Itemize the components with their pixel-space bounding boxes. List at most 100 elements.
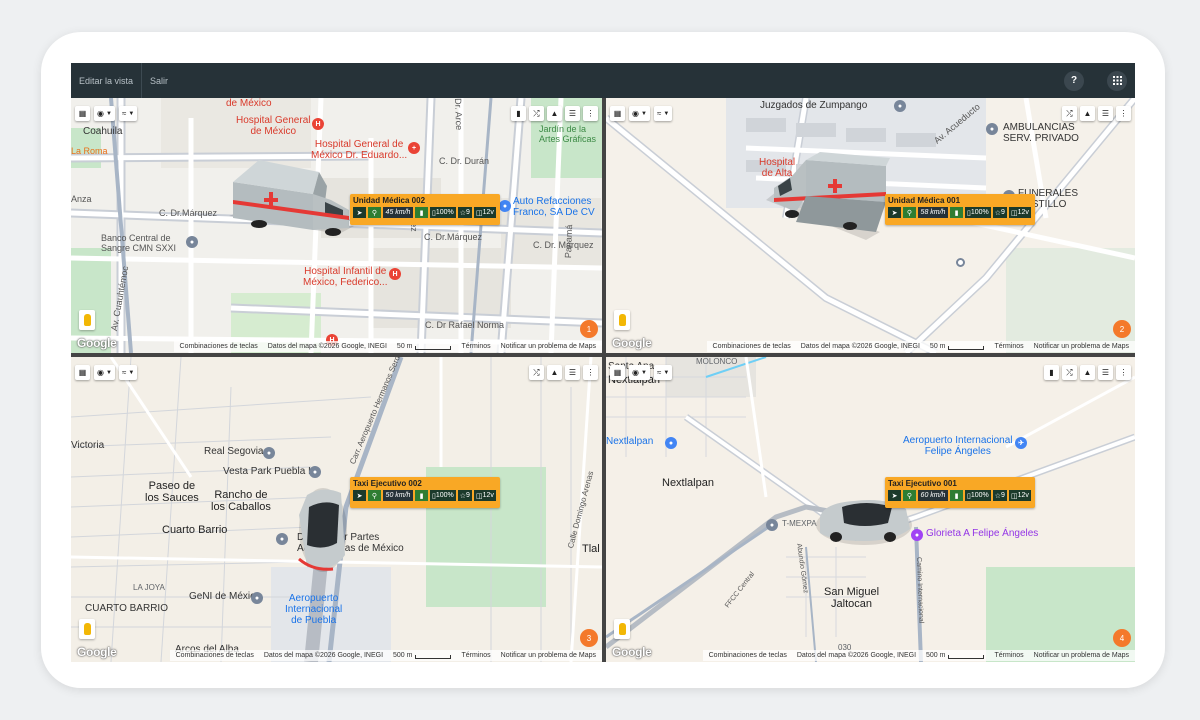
route-dropdown-icon[interactable]: ≈ ▼ <box>653 365 673 380</box>
map-footer: Combinaciones de teclas Datos del mapa ©… <box>706 341 1135 352</box>
route-dropdown-icon[interactable]: ≈ ▼ <box>653 106 673 121</box>
place-pin-icon[interactable]: ● <box>986 123 998 135</box>
shuffle-icon[interactable]: ⤮ <box>529 106 544 121</box>
terms-link[interactable]: Términos <box>461 652 490 659</box>
report-problem-link[interactable]: Notificar un problema de Maps <box>501 652 596 659</box>
keyboard-shortcuts-link[interactable]: Combinaciones de teclas <box>176 652 254 659</box>
pin-dropdown-icon[interactable]: ◉ ▼ <box>94 365 115 380</box>
help-icon[interactable]: ? <box>1064 70 1084 91</box>
scale-value: 500 m <box>926 652 946 659</box>
map-type-icon[interactable]: ▦ <box>75 106 90 121</box>
vehicle-name: Taxi Ejecutivo 002 <box>353 479 422 488</box>
report-problem-link[interactable]: Notificar un problema de Maps <box>1034 652 1129 659</box>
shop-icon[interactable]: ● <box>499 200 511 212</box>
place-pin-icon[interactable]: ● <box>276 533 288 545</box>
shuffle-icon[interactable]: ⤮ <box>529 365 544 380</box>
map-type-icon[interactable]: ▦ <box>75 365 90 380</box>
traffic-light-icon[interactable]: ⋮ <box>583 106 598 121</box>
vehicle-info-box[interactable]: Unidad Médica 002 ➤ ⚲ 45 km/h ▮ ▯ 100% ☆ 9… <box>350 194 500 225</box>
keyboard-shortcuts-link[interactable]: Combinaciones de teclas <box>713 343 791 350</box>
terms-link[interactable]: Términos <box>994 652 1023 659</box>
map-type-icon[interactable]: ▦ <box>610 365 625 380</box>
map-data-text: Datos del mapa ©2026 Google, INEGI <box>267 343 387 350</box>
exit-link[interactable]: Salir <box>142 76 176 86</box>
place-pin-icon[interactable]: ● <box>309 466 321 478</box>
place-pin-icon[interactable] <box>956 258 965 267</box>
map-panel-3[interactable]: Victoria Real Segovia ● Vesta Park Puebl… <box>71 357 602 662</box>
place-label: Aeropuerto Internacional Felipe Ángeles <box>903 435 1013 457</box>
keyboard-shortcuts-link[interactable]: Combinaciones de teclas <box>180 343 258 350</box>
report-problem-link[interactable]: Notificar un problema de Maps <box>1034 343 1129 350</box>
map-panel-1[interactable]: de México Coahuila Hospital General de M… <box>71 98 602 353</box>
terms-link[interactable]: Términos <box>461 343 490 350</box>
scale-bar[interactable]: 500 m <box>393 652 452 659</box>
place-pin-icon[interactable]: ● <box>766 519 778 531</box>
vehicle-info-box[interactable]: Unidad Médica 001 ➤ ⚲ 58 km/h ▮ ▯ 100% ☆ 9… <box>885 194 1035 225</box>
scale-value: 50 m <box>929 343 946 350</box>
government-icon[interactable]: ● <box>665 437 677 449</box>
pin-dropdown-icon[interactable]: ◉ ▼ <box>94 106 115 121</box>
edit-view-link[interactable]: Editar la vista <box>71 76 141 86</box>
satellite-icon: ☆ 9 <box>457 207 472 218</box>
place-label: Paseo de los Sauces <box>145 480 199 504</box>
shuffle-icon[interactable]: ⤮ <box>1062 106 1077 121</box>
place-label: Jardín de la Artes Gráficas <box>539 124 597 144</box>
terms-link[interactable]: Términos <box>994 343 1023 350</box>
map-panel-4[interactable]: MOLONCO Santa Ana Nextlalpan Nextlalpan … <box>606 357 1135 662</box>
list-icon[interactable]: ☰ <box>565 106 580 121</box>
map-controls-right: ⤮ ▲ ☰ ⋮ <box>1062 106 1131 121</box>
report-problem-link[interactable]: Notificar un problema de Maps <box>501 343 596 350</box>
pin-dropdown-icon[interactable]: ◉ ▼ <box>629 365 650 380</box>
signal-icon: ▮ <box>950 490 963 501</box>
voltage-value: 12v <box>1017 492 1029 499</box>
map-controls-left: ▦ ◉ ▼ ≈ ▼ <box>610 106 673 121</box>
airport-icon[interactable]: ✈ <box>1015 437 1027 449</box>
street-view-pegman-icon[interactable] <box>614 619 630 639</box>
voltage-icon: ◫ 12v <box>1008 207 1031 218</box>
hospital-icon[interactable]: H <box>312 118 324 130</box>
list-icon[interactable]: ☰ <box>1098 365 1113 380</box>
map-type-icon[interactable]: ▦ <box>610 106 625 121</box>
satellite-icon: ☆ 9 <box>457 490 472 501</box>
ambulance-icon[interactable] <box>229 156 354 245</box>
hospital-icon[interactable]: + <box>408 142 420 154</box>
shuffle-icon[interactable]: ⤮ <box>1062 365 1077 380</box>
traffic-light-icon[interactable]: ⋮ <box>1116 365 1131 380</box>
route-dropdown-icon[interactable]: ≈ ▼ <box>118 365 138 380</box>
place-label: Real Segovia <box>204 446 264 457</box>
road-icon[interactable]: ▲ <box>1080 106 1095 121</box>
map-data-text: Datos del mapa ©2026 Google, INEGI <box>796 652 917 659</box>
label-icon[interactable]: ▮ <box>1044 365 1059 380</box>
scale-bar[interactable]: 50 m <box>397 343 452 350</box>
place-pin-icon[interactable]: ● <box>251 592 263 604</box>
street-view-pegman-icon[interactable] <box>79 619 95 639</box>
vehicle-info-box[interactable]: Taxi Ejecutivo 001 ➤ ⚲ 60 km/h ▮ ▯ 100% ☆… <box>885 477 1035 508</box>
road-icon[interactable]: ▲ <box>1080 365 1095 380</box>
list-icon[interactable]: ☰ <box>1098 106 1113 121</box>
scale-bar[interactable]: 50 m <box>930 343 985 350</box>
keyboard-shortcuts-link[interactable]: Combinaciones de teclas <box>709 652 787 659</box>
road-icon[interactable]: ▲ <box>547 106 562 121</box>
scale-value: 500 m <box>393 652 413 659</box>
battery-value: 100% <box>970 492 989 499</box>
apps-grid-icon[interactable] <box>1107 70 1127 91</box>
place-pin-icon[interactable]: ● <box>186 236 198 248</box>
taxi-car-icon[interactable] <box>293 485 353 580</box>
road-icon[interactable]: ▲ <box>547 365 562 380</box>
list-icon[interactable]: ☰ <box>565 365 580 380</box>
ambulance-icon[interactable] <box>766 152 891 247</box>
street-view-pegman-icon[interactable] <box>614 310 630 330</box>
scale-bar[interactable]: 500 m <box>926 652 985 659</box>
place-label: Juzgados de Zumpango <box>760 100 868 111</box>
hospital-icon[interactable]: H <box>389 268 401 280</box>
label-icon[interactable]: ▮ <box>511 106 526 121</box>
vehicle-info-box[interactable]: Taxi Ejecutivo 002 ➤ ⚲ 50 km/h ▮ ▯ 100% ☆… <box>350 477 500 508</box>
pin-dropdown-icon[interactable]: ◉ ▼ <box>629 106 650 121</box>
route-dropdown-icon[interactable]: ≈ ▼ <box>118 106 138 121</box>
map-panel-2[interactable]: Juzgados de Zumpango ● AMBULANCIAS SERV.… <box>606 98 1135 353</box>
place-pin-icon[interactable]: ● <box>263 447 275 459</box>
street-view-pegman-icon[interactable] <box>79 310 95 330</box>
traffic-light-icon[interactable]: ⋮ <box>583 365 598 380</box>
building-icon[interactable]: ● <box>894 100 906 112</box>
traffic-light-icon[interactable]: ⋮ <box>1116 106 1131 121</box>
